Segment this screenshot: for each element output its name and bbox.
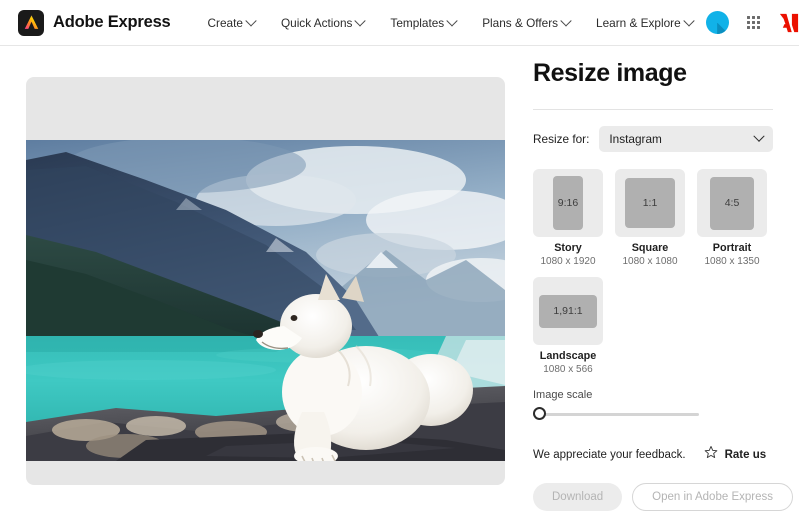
nav-item-create[interactable]: Create	[195, 14, 268, 30]
preset-ratio: 9:16	[553, 176, 583, 230]
nav-item-templates[interactable]: Templates	[377, 14, 469, 30]
app-header: Adobe Express Create Quick Actions Templ…	[0, 0, 799, 46]
open-in-adobe-express-button[interactable]: Open in Adobe Express	[632, 483, 793, 511]
preset-thumb-box: 9:16	[533, 169, 603, 237]
chevron-down-icon	[682, 14, 695, 27]
preset-thumb-box: 1,91:1	[533, 277, 603, 345]
resize-panel: Resize image Resize for: Instagram 9:16 …	[527, 46, 799, 531]
resize-for-label: Resize for:	[533, 132, 590, 146]
chevron-down-icon	[753, 130, 765, 142]
chevron-down-icon	[560, 14, 572, 27]
preset-dimensions: 1080 x 566	[543, 364, 593, 375]
preset-ratio: 4:5	[710, 176, 754, 230]
image-scale-label: Image scale	[533, 389, 593, 401]
feedback-text: We appreciate your feedback.	[533, 448, 686, 461]
chevron-down-icon	[354, 14, 367, 27]
preset-dimensions: 1080 x 1080	[622, 256, 678, 267]
nav-label: Create	[207, 15, 243, 30]
adobe-logo-icon[interactable]	[778, 13, 799, 33]
preset-dimensions: 1080 x 1350	[704, 256, 760, 267]
preview-column	[0, 46, 527, 531]
platform-select-value: Instagram	[609, 132, 662, 146]
rate-us-label: Rate us	[724, 448, 767, 461]
preset-card-square[interactable]: 1:1 Square 1080 x 1080	[615, 169, 685, 267]
preset-thumb-box: 1:1	[615, 169, 685, 237]
chevron-down-icon	[446, 14, 458, 27]
nav-label: Plans & Offers	[482, 15, 559, 30]
preset-dimensions: 1080 x 1920	[540, 256, 596, 267]
nav-item-learn-explore[interactable]: Learn & Explore	[583, 14, 706, 30]
divider	[533, 109, 773, 110]
feedback-row: We appreciate your feedback. Rate us	[533, 445, 773, 464]
nav-label: Learn & Explore	[596, 15, 681, 30]
preset-card-story[interactable]: 9:16 Story 1080 x 1920	[533, 169, 603, 267]
preset-ratio: 1:1	[625, 178, 675, 228]
preset-card-portrait[interactable]: 4:5 Portrait 1080 x 1350	[697, 169, 767, 267]
platform-select[interactable]: Instagram	[599, 126, 773, 152]
page-body: Resize image Resize for: Instagram 9:16 …	[0, 46, 799, 531]
image-canvas[interactable]	[26, 77, 505, 485]
preset-list: 9:16 Story 1080 x 1920 1:1 Square 1080 x…	[533, 169, 773, 375]
adobe-express-logo-icon	[18, 9, 44, 36]
preset-name: Story	[554, 242, 582, 254]
preset-ratio: 1,91:1	[539, 294, 597, 328]
preset-thumb-box: 4:5	[697, 169, 767, 237]
preset-card-landscape[interactable]: 1,91:1 Landscape 1080 x 566	[533, 277, 603, 375]
nav-label: Templates	[390, 15, 445, 30]
download-button[interactable]: Download	[533, 483, 623, 511]
resize-for-row: Resize for: Instagram	[533, 126, 773, 152]
preset-name: Portrait	[712, 242, 752, 254]
rate-us-button[interactable]: Rate us	[704, 445, 767, 464]
main-nav: Create Quick Actions Templates Plans & O…	[195, 14, 706, 30]
preview-image	[26, 140, 505, 461]
action-buttons: Download Open in Adobe Express	[533, 483, 793, 511]
brand[interactable]: Adobe Express	[18, 9, 171, 36]
preset-name: Landscape	[539, 350, 597, 362]
slider-track	[533, 413, 699, 416]
user-avatar[interactable]	[705, 11, 729, 34]
nav-item-plans-offers[interactable]: Plans & Offers	[469, 14, 583, 30]
slider-handle[interactable]	[533, 407, 546, 420]
app-grid-icon[interactable]	[746, 15, 761, 30]
brand-name: Adobe Express	[53, 13, 171, 31]
image-scale-slider[interactable]	[533, 407, 699, 421]
header-actions	[705, 11, 799, 34]
chevron-down-icon	[245, 14, 257, 27]
preset-name: Square	[631, 242, 669, 254]
nav-item-quick-actions[interactable]: Quick Actions	[268, 14, 377, 30]
star-outline-icon	[704, 445, 718, 464]
nav-label: Quick Actions	[280, 15, 353, 30]
page-title: Resize image	[533, 59, 687, 87]
